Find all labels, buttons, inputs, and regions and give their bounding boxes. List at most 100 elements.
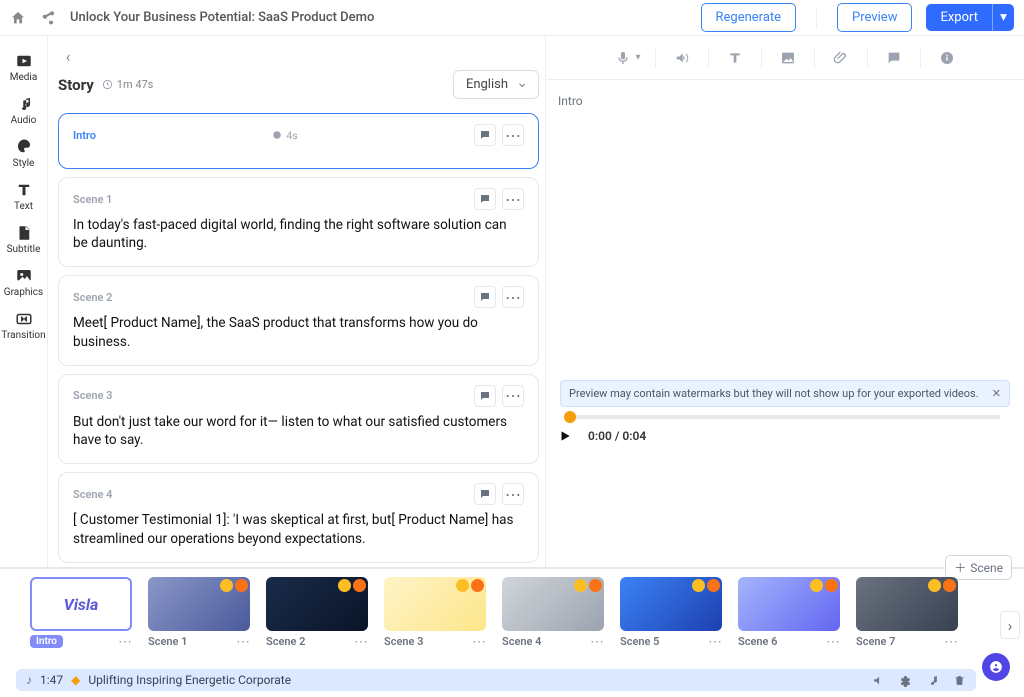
export-button[interactable]: Export	[926, 4, 992, 31]
badge-icon	[692, 579, 705, 592]
timeline-card[interactable]: Scene 4 ⋯	[502, 577, 604, 648]
playback-thumb[interactable]	[564, 411, 576, 423]
scene-more-button[interactable]: ⋯	[502, 286, 524, 308]
help-chat-button[interactable]	[982, 653, 1010, 681]
rail-item-style[interactable]: Style	[0, 132, 47, 175]
music-track-name: Uplifting Inspiring Energetic Corporate	[88, 673, 291, 687]
music-shuffle-icon[interactable]	[926, 674, 939, 687]
timeline-card-more[interactable]: ⋯	[944, 638, 958, 646]
rail-label: Text	[14, 201, 33, 212]
transition-icon	[15, 310, 33, 328]
info-button[interactable]	[929, 44, 965, 72]
rail-item-transition[interactable]: Transition	[0, 304, 47, 347]
play-button[interactable]	[558, 429, 572, 443]
close-icon[interactable]: ✕	[992, 387, 1001, 400]
timeline-card-more[interactable]: ⋯	[708, 638, 722, 646]
timeline-card-more[interactable]: ⋯	[354, 638, 368, 646]
image-button[interactable]	[770, 44, 806, 72]
rail-item-text[interactable]: Text	[0, 175, 47, 218]
timeline-card[interactable]: Scene 6⋯	[738, 577, 840, 648]
preview-button[interactable]: Preview	[837, 3, 912, 32]
scene-text[interactable]: But don't just take our word for it— lis…	[73, 413, 524, 449]
timeline-card[interactable]: Scene 5 ⋯	[620, 577, 722, 648]
music-settings-icon[interactable]	[899, 674, 912, 687]
preview-toolbar: ▾	[546, 36, 1024, 80]
rail-label: Graphics	[4, 287, 43, 298]
share-icon[interactable]	[40, 10, 56, 26]
text-overlay-button[interactable]	[717, 44, 753, 72]
playback-track[interactable]	[564, 415, 1000, 419]
language-select[interactable]: English	[453, 70, 539, 99]
timeline-card-more[interactable]: ⋯	[826, 638, 840, 646]
rail-label: Audio	[11, 115, 37, 126]
badge-icon	[220, 579, 233, 592]
regenerate-button[interactable]: Regenerate	[701, 3, 797, 32]
scene-card[interactable]: Scene 2 ⋯ Meet[ Product Name], the SaaS …	[58, 275, 539, 365]
timeline-card-intro[interactable]: Visla Intro⋯	[30, 577, 132, 648]
project-title[interactable]: Unlock Your Business Potential: SaaS Pro…	[70, 10, 687, 25]
export-dropdown-caret[interactable]: ▾	[992, 4, 1014, 31]
scene-comment-button[interactable]	[474, 124, 496, 146]
timeline-card-label: Scene 5	[620, 635, 659, 648]
scene-list: Intro 4s ⋯ Scene 1 ⋯	[58, 113, 539, 567]
home-icon[interactable]	[10, 10, 26, 26]
scene-comment-button[interactable]	[474, 188, 496, 210]
text-icon	[15, 181, 33, 199]
scene-more-button[interactable]: ⋯	[502, 483, 524, 505]
scene-card-intro[interactable]: Intro 4s ⋯	[58, 113, 539, 169]
scene-label: Scene 3	[73, 389, 112, 402]
scene-card[interactable]: Scene 3 ⋯ But don't just take our word f…	[58, 374, 539, 464]
rail-item-subtitle[interactable]: Subtitle	[0, 218, 47, 261]
scene-comment-button[interactable]	[474, 385, 496, 407]
scene-text[interactable]: [ Customer Testimonial 1]: 'I was skepti…	[73, 511, 524, 547]
scene-card[interactable]: Scene 4 ⋯ [ Customer Testimonial 1]: 'I …	[58, 472, 539, 562]
music-delete-icon[interactable]	[953, 674, 966, 687]
preview-canvas[interactable]	[558, 112, 1012, 372]
scene-more-button[interactable]: ⋯	[502, 188, 524, 210]
badge-icon	[471, 579, 484, 592]
main-area: ‹ Story 1m 47s English Intro 4s	[48, 36, 1024, 567]
mic-dropdown-caret[interactable]: ▾	[635, 52, 640, 63]
timeline-card-more[interactable]: ⋯	[590, 638, 604, 646]
timeline-card-label: Intro	[30, 635, 63, 648]
volume-button[interactable]	[664, 44, 700, 72]
timeline-card-more[interactable]: ⋯	[472, 638, 486, 646]
badge-icon	[707, 579, 720, 592]
media-icon	[15, 52, 33, 70]
music-duration: 1:47	[40, 673, 63, 687]
scene-more-button[interactable]: ⋯	[502, 124, 524, 146]
timeline-card-label: Scene 1	[148, 635, 187, 648]
timeline-card-more[interactable]: ⋯	[118, 638, 132, 646]
timeline-card[interactable]: Scene 3⋯	[384, 577, 486, 648]
scene-text[interactable]: In today's fast-paced digital world, fin…	[73, 216, 524, 252]
timeline-next-button[interactable]: ›	[1000, 611, 1020, 639]
timeline-card-label: Scene 4	[502, 635, 541, 648]
scene-card[interactable]: Scene 1 ⋯ In today's fast-paced digital …	[58, 177, 539, 267]
watermark-notice: Preview may contain watermarks but they …	[560, 380, 1010, 407]
top-bar: Unlock Your Business Potential: SaaS Pro…	[0, 0, 1024, 36]
rail-item-audio[interactable]: Audio	[0, 89, 47, 132]
timeline-card[interactable]: Scene 1 ⋯	[148, 577, 250, 648]
scene-more-button[interactable]: ⋯	[502, 385, 524, 407]
badge-icon	[338, 579, 351, 592]
add-scene-button[interactable]: ＋ Scene	[945, 555, 1012, 580]
attachment-button[interactable]	[823, 44, 859, 72]
timeline-thumb-row: Visla Intro⋯ Scene 1⋯ Scene 2⋯ Scene 3⋯ …	[30, 577, 1014, 648]
music-volume-icon[interactable]	[872, 674, 885, 687]
scene-text[interactable]: Meet[ Product Name], the SaaS product th…	[73, 314, 524, 350]
rail-item-graphics[interactable]: Graphics	[0, 261, 47, 304]
badge-icon	[943, 579, 956, 592]
rail-item-media[interactable]: Media	[0, 46, 47, 89]
playback-bar: 0:00 / 0:04	[558, 415, 1012, 443]
scene-comment-button[interactable]	[474, 483, 496, 505]
scene-comment-button[interactable]	[474, 286, 496, 308]
story-back-button[interactable]: ‹	[58, 46, 78, 66]
timeline-card-more[interactable]: ⋯	[236, 638, 250, 646]
music-track-bar[interactable]: ♪ 1:47 ◆ Uplifting Inspiring Energetic C…	[16, 669, 976, 691]
timeline-card[interactable]: Scene 2⋯	[266, 577, 368, 648]
preview-panel: ▾ Intro Preview may contain watermarks b…	[546, 36, 1024, 567]
graphics-icon	[15, 267, 33, 285]
premium-gem-icon: ◆	[71, 673, 80, 687]
comment-button[interactable]	[876, 44, 912, 72]
timeline-card[interactable]: Scene 7⋯	[856, 577, 958, 648]
